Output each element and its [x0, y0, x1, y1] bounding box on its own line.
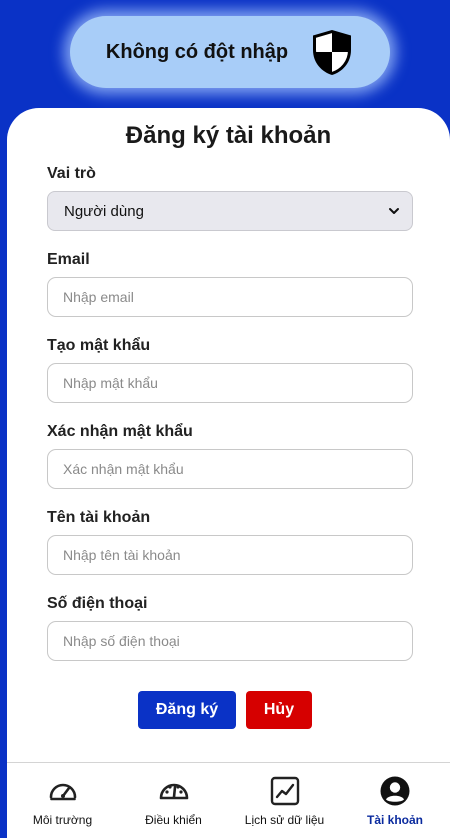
nav-item-control[interactable]: Điều khiển: [118, 763, 229, 838]
role-label: Vai trò: [47, 165, 96, 182]
account-icon: [380, 776, 410, 806]
phone-field[interactable]: [47, 621, 413, 661]
page-title: Đăng ký tài khoản: [125, 122, 332, 149]
register-button[interactable]: Đăng ký: [138, 691, 236, 729]
intrusion-status-text: Không có đột nhập: [105, 40, 289, 63]
nav-item-environment[interactable]: Môi trường: [7, 763, 118, 838]
line-chart-icon: [270, 776, 299, 806]
email-field[interactable]: [47, 277, 413, 317]
username-label: Tên tài khoản: [47, 509, 151, 526]
username-field[interactable]: [47, 535, 413, 575]
chevron-down-icon: [389, 208, 399, 214]
cancel-button[interactable]: Hủy: [246, 691, 312, 729]
speedometer-icon: [159, 783, 188, 800]
nav-label-control: Điều khiển: [145, 813, 202, 827]
phone-label: Số điện thoại: [47, 595, 148, 612]
shield-icon: [313, 30, 352, 75]
register-form-card: Đăng ký tài khoản Vai trò Người dùng Ema…: [7, 108, 450, 764]
role-select-value: Người dùng: [64, 202, 144, 220]
bottom-nav: Môi trường Điều khiển Lịch sử dữ liệu Tà…: [7, 762, 450, 838]
intrusion-status-badge: Không có đột nhập: [70, 16, 390, 88]
nav-label-account: Tài khoản: [366, 813, 423, 827]
gauge-icon: [49, 783, 76, 801]
role-select[interactable]: Người dùng: [47, 191, 413, 231]
confirm-password-field[interactable]: [47, 449, 413, 489]
confirm-password-label: Xác nhận mật khẩu: [47, 423, 193, 440]
nav-item-account[interactable]: Tài khoản: [340, 763, 450, 838]
nav-label-history: Lịch sử dữ liệu: [244, 813, 325, 827]
nav-label-environment: Môi trường: [32, 813, 93, 827]
password-field[interactable]: [47, 363, 413, 403]
nav-item-history[interactable]: Lịch sử dữ liệu: [229, 763, 340, 838]
password-label: Tạo mật khẩu: [47, 337, 151, 354]
email-label: Email: [47, 251, 90, 268]
